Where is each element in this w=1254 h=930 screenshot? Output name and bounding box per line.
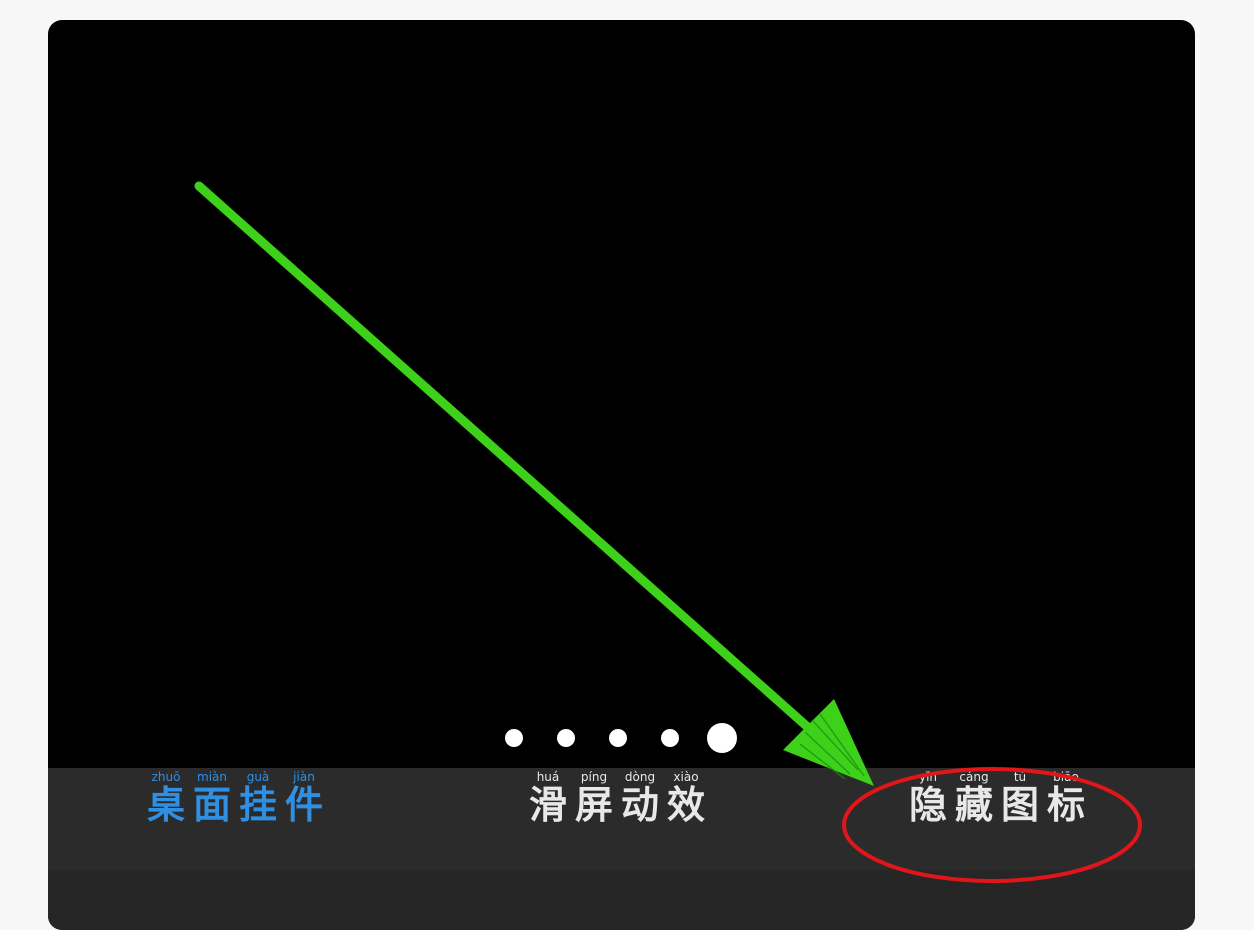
page-dot[interactable]: [557, 729, 575, 747]
menu-char: guà 挂: [239, 770, 278, 827]
menu-char: cáng 藏: [955, 770, 994, 827]
pinyin-label: huá: [536, 770, 560, 784]
hanzi-label: 标: [1047, 783, 1086, 827]
page-dot-current[interactable]: [707, 723, 737, 753]
menu-char: yǐn 隐: [909, 770, 948, 827]
widgets-tab[interactable]: zhuō 桌 miàn 面 guà 挂 jiàn 件: [147, 770, 324, 827]
hanzi-label: 隐: [909, 783, 948, 827]
menu-char: zhuō 桌: [147, 770, 186, 827]
menu-char: jiàn 件: [285, 770, 324, 827]
pinyin-label: jiàn: [293, 770, 315, 784]
hanzi-label: 图: [1001, 783, 1040, 827]
menu-char: dòng 动: [621, 770, 660, 827]
hanzi-label: 藏: [955, 783, 994, 827]
hanzi-label: 桌: [147, 783, 186, 827]
page-dot[interactable]: [505, 729, 523, 747]
hide-icons-tab[interactable]: yǐn 隐 cáng 藏 tú 图 biāo 标: [909, 770, 1086, 827]
menu-char: huá 滑: [529, 770, 568, 827]
pinyin-label: biāo: [1053, 770, 1079, 784]
menu-char: miàn 面: [193, 770, 232, 827]
scroll-effects-tab[interactable]: huá 滑 píng 屏 dòng 动 xiào 效: [529, 770, 706, 827]
pinyin-label: yǐn: [918, 770, 938, 784]
menu-char: xiào 效: [667, 770, 706, 827]
page-dot[interactable]: [609, 729, 627, 747]
pinyin-label: píng: [580, 770, 608, 784]
hanzi-label: 挂: [239, 783, 278, 827]
menu-char: biāo 标: [1047, 770, 1086, 827]
hanzi-label: 动: [621, 783, 660, 827]
hanzi-label: 屏: [575, 783, 614, 827]
pinyin-label: miàn: [197, 770, 227, 784]
bottom-menu-lower-strip: [48, 870, 1195, 930]
pinyin-label: cáng: [959, 770, 989, 784]
hanzi-label: 件: [285, 783, 324, 827]
hanzi-label: 效: [667, 783, 706, 827]
pinyin-label: guà: [246, 770, 270, 784]
page-dot[interactable]: [661, 729, 679, 747]
hanzi-label: 面: [193, 783, 232, 827]
pinyin-label: xiào: [673, 770, 699, 784]
menu-char: píng 屏: [575, 770, 614, 827]
pinyin-label: tú: [1013, 770, 1027, 784]
menu-char: tú 图: [1001, 770, 1040, 827]
hanzi-label: 滑: [529, 783, 568, 827]
pinyin-label: zhuō: [151, 770, 181, 784]
pinyin-label: dòng: [624, 770, 656, 784]
